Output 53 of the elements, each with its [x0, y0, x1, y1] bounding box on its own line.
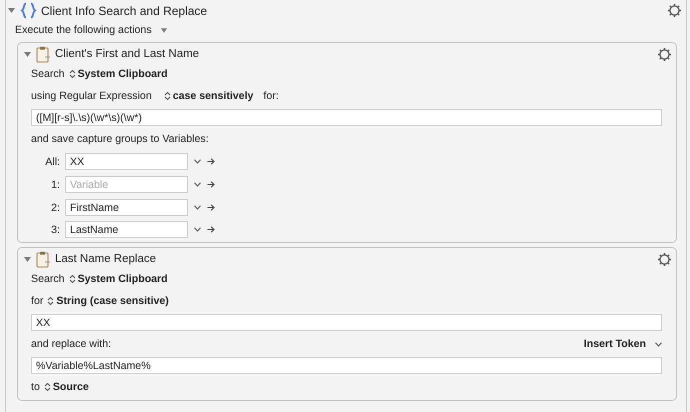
up-down-chevron-icon [68, 274, 76, 284]
up-down-chevron-icon [47, 296, 54, 306]
label: 3: [50, 224, 60, 236]
clipboard-icon [36, 250, 51, 268]
popup-menu[interactable]: String (case sensitive) [47, 295, 169, 307]
label: for: [263, 90, 279, 102]
chevron-down-icon[interactable] [194, 205, 201, 210]
up-down-chevron-icon [68, 69, 76, 79]
variable-field[interactable]: FirstName [65, 199, 188, 216]
disclosure-triangle-icon[interactable] [23, 50, 32, 58]
macro-group-title: Client Info Search and Replace [41, 4, 208, 18]
label: 1: [50, 178, 60, 190]
arrow-right-icon[interactable] [207, 204, 215, 211]
up-down-chevron-icon [44, 382, 51, 392]
clipboard-icon [36, 46, 51, 62]
label: Search [31, 273, 65, 285]
chevron-down-icon[interactable] [194, 159, 201, 164]
chevron-down-icon[interactable] [655, 342, 662, 346]
popup-menu[interactable]: Source [44, 381, 89, 393]
action-title: Client's First and Last Name [55, 48, 200, 60]
label: for [31, 295, 44, 307]
chevron-down-icon[interactable] [194, 227, 201, 232]
curly-braces-icon [20, 2, 37, 19]
input-field[interactable]: XX [31, 314, 662, 331]
label: Search [31, 68, 65, 80]
popup-menu[interactable]: case sensitively [164, 90, 254, 102]
popup-menu[interactable]: System Clipboard [68, 273, 168, 285]
up-down-chevron-icon [164, 91, 171, 101]
label: and replace with: [31, 338, 112, 350]
action-title: Last Name Replace [55, 253, 156, 265]
insert-token-menu[interactable]: Insert Token [584, 338, 662, 350]
disclosure-triangle-icon[interactable] [160, 26, 168, 34]
chevron-down-icon[interactable] [194, 182, 201, 187]
input-field[interactable]: %Variable%LastName% [31, 357, 662, 374]
arrow-right-icon[interactable] [207, 158, 215, 165]
gear-icon[interactable] [657, 46, 672, 62]
gear-icon[interactable] [667, 3, 682, 18]
execute-label: Execute the following actions [15, 24, 152, 36]
gear-icon[interactable] [657, 252, 672, 266]
label: and save capture groups to Variables: [31, 133, 209, 145]
arrow-right-icon[interactable] [207, 181, 215, 188]
label: 2: [50, 202, 60, 214]
disclosure-triangle-icon[interactable] [23, 254, 32, 264]
disclosure-triangle-icon[interactable] [7, 6, 16, 15]
label: All: [44, 156, 60, 168]
arrow-right-icon[interactable] [207, 226, 215, 233]
variable-field[interactable]: LastName [65, 221, 188, 238]
label: using Regular Expression [31, 90, 152, 102]
label: to [31, 381, 40, 393]
popup-menu[interactable]: System Clipboard [68, 68, 168, 80]
input-field[interactable]: ([M][r-s]\.\s)(\w*\s)(\w*) [31, 109, 662, 126]
variable-field[interactable]: XX [65, 153, 188, 170]
variable-field[interactable]: Variable [65, 176, 188, 193]
